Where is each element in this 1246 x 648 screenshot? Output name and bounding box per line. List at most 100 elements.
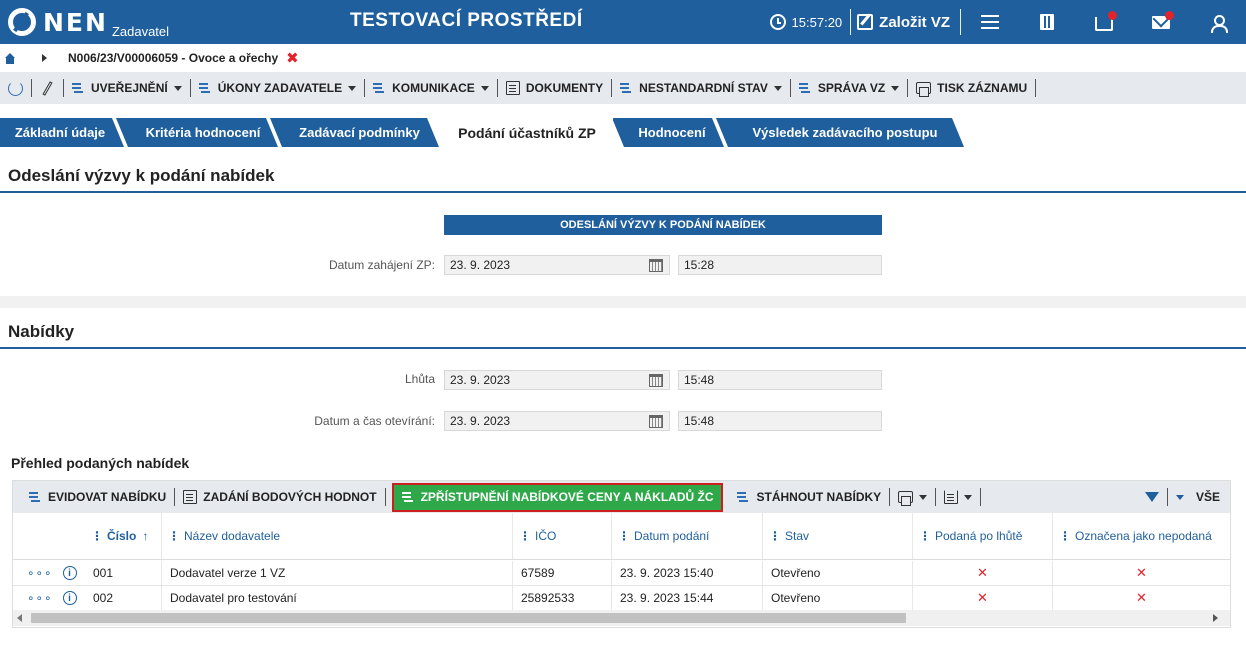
column-menu-icon[interactable]: ⋮ — [91, 529, 103, 543]
inbox-button[interactable] — [1075, 0, 1132, 44]
filter-all-select[interactable]: VŠE — [1168, 481, 1230, 513]
tab-tender-conditions[interactable]: Zadávací podmínky — [282, 118, 437, 147]
tab-bar: Základní údaje Kritéria hodnocení Zadáva… — [0, 118, 1246, 147]
column-menu-icon[interactable]: ⋮ — [919, 529, 931, 543]
toolbar-label: SPRÁVA VZ — [817, 81, 886, 95]
divider — [13, 559, 1230, 560]
toolbar-communication[interactable]: KOMUNIKACE — [365, 72, 497, 104]
column-menu-icon[interactable]: ⋮ — [1059, 529, 1071, 543]
deadline-time-input[interactable]: 15:48 — [678, 370, 882, 390]
toolbar-label: TISK ZÁZNAMU — [937, 81, 1028, 95]
user-button[interactable] — [1189, 0, 1246, 44]
info-icon[interactable]: i — [62, 566, 77, 580]
divider — [980, 488, 982, 506]
toolbar-label: ÚKONY ZADAVATELE — [217, 81, 343, 95]
close-icon[interactable]: ✖ — [286, 49, 299, 67]
print-menu-button[interactable] — [890, 481, 935, 513]
scrollbar-thumb[interactable] — [31, 613, 906, 623]
scroll-right-arrow[interactable] — [1213, 614, 1218, 622]
scroll-left-arrow[interactable] — [17, 614, 22, 622]
toolbar-nonstandard-state[interactable]: NESTANDARDNÍ STAV — [612, 72, 790, 104]
column-header-ico[interactable]: ⋮ IČO — [512, 513, 611, 559]
chevron-down-icon — [964, 494, 973, 500]
tab-evaluation-criteria[interactable]: Kritéria hodnocení — [130, 118, 276, 147]
cell-submission-date: 23. 9. 2023 15:44 — [611, 586, 762, 610]
export-menu-button[interactable] — [936, 481, 980, 513]
section-rule — [0, 191, 1246, 193]
calendar-icon[interactable] — [649, 374, 663, 387]
nen-logo-icon — [8, 8, 36, 36]
cell-state: Otevřeno — [762, 561, 912, 585]
tab-basic-data[interactable]: Základní údaje — [0, 118, 120, 147]
section-title-offers: Nabídky — [8, 322, 75, 341]
filter-icon — [1144, 492, 1159, 502]
column-header-unsubmitted[interactable]: ⋮ Označena jako nepodaná — [1052, 513, 1230, 559]
column-header-state[interactable]: ⋮ Stav — [762, 513, 912, 559]
start-time-input[interactable]: 15:28 — [678, 255, 882, 275]
more-icon[interactable]: ∘∘∘ — [27, 566, 53, 580]
cross-icon: ✕ — [977, 565, 988, 580]
horizontal-scrollbar[interactable] — [13, 610, 1230, 626]
pencil-icon — [42, 80, 53, 96]
create-vz-button[interactable]: Založit VZ — [851, 14, 960, 31]
register-offer-button[interactable]: EVIDOVAT NABÍDKU — [13, 481, 174, 513]
column-label: Podaná po lhůtě — [935, 529, 1023, 543]
cell-submission-date: 23. 9. 2023 15:40 — [611, 561, 762, 585]
tab-evaluation[interactable]: Hodnocení — [624, 118, 720, 147]
cell-supplier: Dodavatel pro testování — [161, 586, 512, 610]
opening-time-input[interactable]: 15:48 — [678, 411, 882, 431]
column-header-number[interactable]: ⋮ Číslo ↑ — [85, 513, 161, 559]
column-menu-icon[interactable]: ⋮ — [769, 529, 781, 543]
download-offers-button[interactable]: STÁHNOUT NABÍDKY — [729, 481, 889, 513]
deadline-date-input[interactable]: 23. 9. 2023 — [444, 370, 670, 390]
offers-overview-title: Přehled podaných nabídek — [11, 455, 190, 471]
column-menu-icon[interactable]: ⋮ — [168, 529, 180, 543]
edit-button[interactable] — [32, 72, 63, 104]
tab-label: Základní údaje — [14, 125, 106, 140]
cell-supplier: Dodavatel verze 1 VZ — [161, 561, 512, 585]
table-row[interactable]: ∘∘∘ i 001 Dodavatel verze 1 VZ 67589 23. … — [13, 561, 1230, 585]
tab-label: Podání účastníků ZP — [458, 124, 596, 141]
button-label: ZPŘÍSTUPNĚNÍ NABÍDKOVÉ CENY A NÁKLADŮ ŽC — [420, 490, 714, 504]
calculator-button[interactable] — [1018, 0, 1075, 44]
more-icon[interactable]: ∘∘∘ — [27, 591, 53, 605]
toolbar-contracting-actions[interactable]: ÚKONY ZADAVATELE — [191, 72, 364, 104]
mail-button[interactable] — [1132, 0, 1189, 44]
column-menu-icon[interactable]: ⋮ — [618, 529, 630, 543]
refresh-button[interactable] — [0, 72, 31, 104]
column-header-submission-date[interactable]: ⋮ Datum podání — [611, 513, 762, 559]
cell-unsubmitted: ✕ — [1052, 561, 1230, 585]
tab-procedure-result[interactable]: Výsledek zadávacího postupu — [728, 118, 962, 147]
environment-title: TESTOVACÍ PROSTŘEDÍ — [350, 10, 583, 31]
calendar-icon[interactable] — [649, 415, 663, 428]
chevron-down-icon — [1175, 494, 1184, 500]
filter-button[interactable] — [1137, 481, 1167, 513]
column-header-supplier[interactable]: ⋮ Název dodavatele — [161, 513, 512, 559]
nen-logo[interactable]: NEN Zadavatel — [0, 0, 330, 44]
lines-icon — [373, 82, 386, 94]
toolbar-print-record[interactable]: TISK ZÁZNAMU — [908, 72, 1035, 104]
breadcrumb-current[interactable]: N006/23/V00006059 - Ovoce a ořechy — [68, 51, 278, 65]
calendar-icon[interactable] — [649, 259, 663, 272]
toolbar-documents[interactable]: DOKUMENTY — [498, 72, 611, 104]
table-row[interactable]: ∘∘∘ i 002 Dodavatel pro testování 2589253… — [13, 586, 1230, 610]
session-clock: 15:57:20 — [764, 14, 851, 30]
edit-icon — [857, 14, 874, 30]
info-icon[interactable]: i — [62, 591, 77, 605]
point-values-button[interactable]: ZADÁNÍ BODOVÝCH HODNOT — [175, 481, 384, 513]
column-menu-icon[interactable]: ⋮ — [519, 529, 531, 543]
home-icon[interactable] — [4, 52, 16, 64]
toolbar-vz-management[interactable]: SPRÁVA VZ — [791, 72, 907, 104]
filter-all-label: VŠE — [1195, 490, 1220, 504]
chevron-right-icon[interactable] — [42, 54, 47, 62]
column-header-late[interactable]: ⋮ Podaná po lhůtě — [912, 513, 1052, 559]
start-date-input[interactable]: 23. 9. 2023 — [444, 255, 670, 275]
cross-icon: ✕ — [1136, 590, 1147, 605]
tab-participant-submissions[interactable]: Podání účastníků ZP — [441, 118, 613, 147]
toolbar-publishing[interactable]: UVEŘEJNĚNÍ — [64, 72, 190, 104]
disclose-prices-button[interactable]: ZPŘÍSTUPNĚNÍ NABÍDKOVÉ CENY A NÁKLADŮ ŽC — [391, 482, 724, 512]
opening-date-input[interactable]: 23. 9. 2023 — [444, 411, 670, 431]
invitation-form-header: ODESLÁNÍ VÝZVY K PODÁNÍ NABÍDEK — [444, 215, 882, 235]
menu-button[interactable] — [961, 0, 1018, 44]
row-actions: ∘∘∘ i — [13, 586, 85, 610]
